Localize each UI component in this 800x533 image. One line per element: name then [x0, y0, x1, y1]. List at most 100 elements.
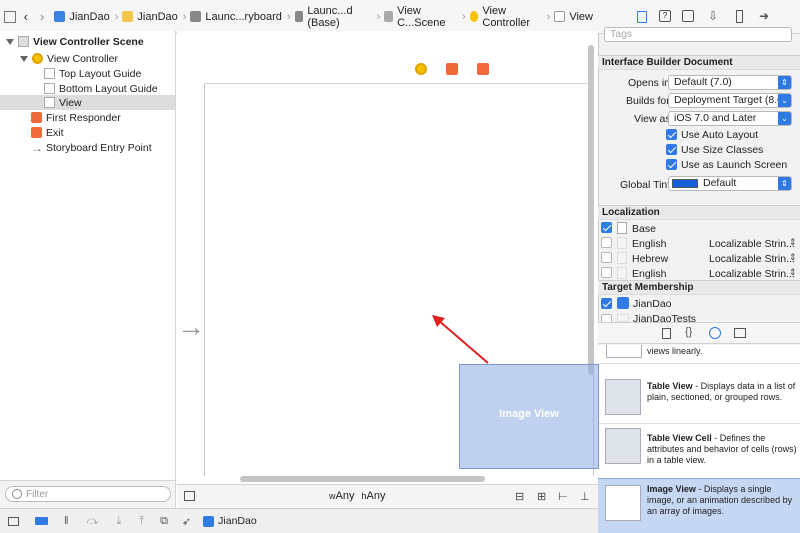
- scene-dock: [204, 56, 594, 84]
- localization-checkbox-base[interactable]: [601, 222, 612, 233]
- step-in-icon[interactable]: ⤓: [116, 515, 121, 528]
- use-size-classes-checkbox[interactable]: [666, 144, 677, 155]
- resolve-issues-icon[interactable]: ⊥: [580, 490, 590, 503]
- height-value: Any: [366, 490, 386, 502]
- attributes-inspector-icon[interactable]: ⇩: [708, 9, 718, 23]
- object-library-icon[interactable]: [709, 327, 721, 339]
- breadcrumb-project[interactable]: JianDao: [54, 11, 110, 23]
- media-library-icon[interactable]: [734, 328, 746, 338]
- target-name: JianDao: [633, 298, 672, 310]
- opens-in-value: Default (7.0): [674, 76, 732, 88]
- breadcrumb-label: Launc...d (Base): [307, 4, 353, 29]
- quick-help-icon[interactable]: ?: [659, 10, 671, 22]
- view-as-value: iOS 7.0 and Later: [674, 112, 757, 124]
- file-inspector-icon[interactable]: [637, 11, 647, 23]
- file-template-library-icon[interactable]: [662, 328, 671, 339]
- section-title: Interface Builder Document: [602, 57, 733, 68]
- view-controller-icon: [469, 11, 479, 22]
- back-arrow-icon[interactable]: ‹: [24, 9, 28, 24]
- localization-checkbox-english-2[interactable]: [601, 267, 612, 278]
- outline-view-controller[interactable]: View Controller: [0, 51, 175, 66]
- localization-type-popup[interactable]: Localizable Strin...: [709, 238, 795, 250]
- disclosure-triangle-icon[interactable]: [6, 38, 14, 45]
- chevron-right-icon: ›: [461, 10, 466, 23]
- builds-for-value: Deployment Target (8.0): [674, 94, 787, 106]
- outline-label: First Responder: [46, 111, 121, 124]
- hide-debug-icon[interactable]: [8, 516, 19, 526]
- localization-file-icon: [617, 252, 627, 264]
- first-responder-icon[interactable]: [446, 63, 458, 75]
- scene-icon: [18, 36, 29, 47]
- breadcrumb-storyboard[interactable]: Launc...ryboard: [190, 11, 282, 23]
- size-inspector-icon[interactable]: [736, 10, 743, 23]
- breadcrumb-view[interactable]: View: [554, 11, 593, 23]
- use-as-launch-screen-checkbox[interactable]: [666, 159, 677, 170]
- global-tint-popup[interactable]: Default ⇕: [668, 176, 792, 191]
- filter-placeholder: Filter: [26, 488, 49, 500]
- use-auto-layout-checkbox[interactable]: [666, 129, 677, 140]
- localization-type-popup[interactable]: Localizable Strin...: [709, 253, 795, 265]
- breakpoints-icon[interactable]: [35, 517, 48, 525]
- localization-checkbox-english[interactable]: [601, 237, 612, 248]
- tint-color-swatch: [672, 179, 698, 188]
- view-as-popup[interactable]: iOS 7.0 and Later ⌄: [668, 111, 792, 126]
- exit-icon[interactable]: [477, 63, 489, 75]
- outline-scene[interactable]: View Controller Scene: [0, 34, 175, 49]
- outline-label: Storyboard Entry Point: [46, 141, 152, 154]
- localization-checkbox-hebrew[interactable]: [601, 252, 612, 263]
- breadcrumb-label: JianDao: [137, 10, 178, 23]
- outline-view[interactable]: View: [0, 95, 175, 110]
- library-item-name: Table View Cell: [647, 433, 712, 443]
- library-item-image-view[interactable]: Image View - Displays a single image, or…: [598, 478, 800, 533]
- breadcrumb-folder[interactable]: JianDao: [122, 10, 178, 23]
- chevron-updown-icon[interactable]: ⇕: [789, 252, 797, 263]
- breadcrumb-label: View Controller: [482, 4, 531, 29]
- tags-field[interactable]: Tags: [604, 27, 792, 42]
- outline-toggle-icon[interactable]: [184, 491, 195, 501]
- related-items-icon[interactable]: [4, 10, 16, 23]
- breadcrumb-view-controller[interactable]: View Controller: [469, 4, 542, 29]
- builds-for-popup[interactable]: Deployment Target (8.0) ⌄: [668, 93, 792, 108]
- library-partial-item[interactable]: views linearly.: [598, 346, 800, 357]
- table-view-cell-icon: [605, 428, 641, 464]
- exit-icon: [31, 127, 42, 138]
- outline-bottom-layout-guide[interactable]: Bottom Layout Guide: [0, 81, 175, 96]
- outline-first-responder[interactable]: First Responder: [0, 110, 175, 125]
- section-target-membership: Target Membership: [598, 280, 800, 295]
- debug-bar: ‖ ⤼ ⤓ ⤒ ⧉ ➶ JianDao: [0, 508, 598, 533]
- location-icon[interactable]: ➶: [182, 515, 191, 528]
- chevron-updown-icon[interactable]: ⇕: [789, 267, 797, 278]
- outline-entry-point[interactable]: → Storyboard Entry Point: [0, 140, 175, 155]
- forward-arrow-icon[interactable]: ›: [40, 9, 44, 24]
- library-item-table-view[interactable]: Table View - Displays data in a list of …: [598, 367, 800, 424]
- step-over-icon[interactable]: ⤼: [87, 515, 99, 528]
- breadcrumb-storyboard-base[interactable]: Launc...d (Base): [294, 4, 372, 29]
- outline-exit[interactable]: Exit: [0, 125, 175, 140]
- project-icon: [54, 11, 66, 22]
- outline-top-layout-guide[interactable]: Top Layout Guide: [0, 66, 175, 81]
- step-out-icon[interactable]: ⤒: [139, 515, 144, 528]
- disclosure-triangle-icon[interactable]: [20, 55, 28, 62]
- canvas-horizontal-scrollbar[interactable]: [240, 476, 485, 482]
- view-debugger-icon[interactable]: ⧉: [160, 515, 168, 528]
- filter-input[interactable]: Filter: [5, 486, 171, 502]
- align-icon[interactable]: ⊞: [537, 490, 546, 503]
- library-item-table-view-cell[interactable]: Table View Cell - Defines the attributes…: [598, 424, 800, 480]
- code-snippet-library-icon[interactable]: {}: [685, 326, 692, 338]
- pause-icon[interactable]: ‖: [64, 515, 69, 527]
- target-checkbox-jiandao[interactable]: [601, 298, 612, 309]
- breadcrumb-scene[interactable]: View C...Scene: [384, 5, 457, 29]
- library-item-name: Table View: [647, 381, 693, 391]
- canvas-vertical-scrollbar[interactable]: [588, 45, 594, 375]
- localization-lang: Hebrew: [632, 253, 669, 265]
- outline-label: View Controller Scene: [33, 35, 144, 48]
- size-class-control[interactable]: wAny hAny: [329, 490, 386, 502]
- localization-type-popup[interactable]: Localizable Strin...: [709, 268, 795, 280]
- pin-icon[interactable]: ⊢: [558, 490, 568, 503]
- connections-inspector-icon[interactable]: ➜: [759, 9, 769, 23]
- opens-in-popup[interactable]: Default (7.0) ⇕: [668, 75, 792, 90]
- identity-inspector-icon[interactable]: [682, 10, 694, 22]
- chevron-updown-icon[interactable]: ⇕: [789, 237, 797, 248]
- view-controller-icon[interactable]: [415, 63, 427, 75]
- stack-icon[interactable]: ⊟: [515, 490, 524, 503]
